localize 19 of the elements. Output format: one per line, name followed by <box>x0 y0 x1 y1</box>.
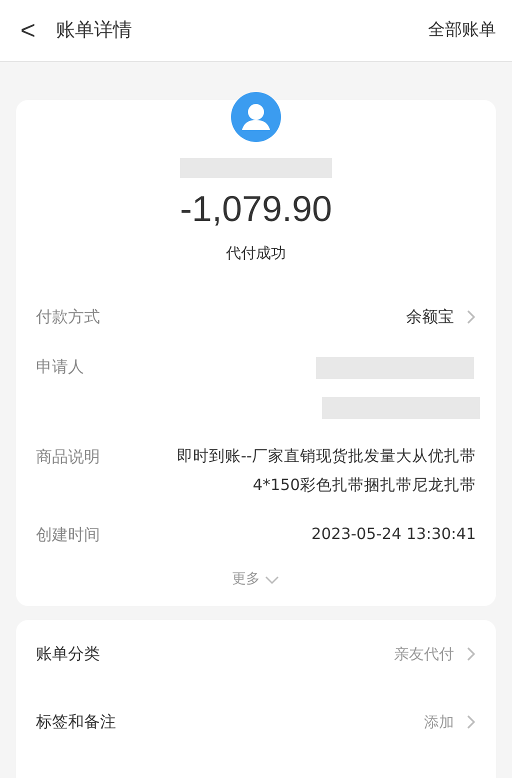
field-value[interactable]: 余额宝 <box>406 304 454 328</box>
field-value: 即时到账--厂家直销现货批发量大从优扎带 <box>176 446 476 466</box>
row-label: 账单分类 <box>36 643 100 665</box>
page-title: 账单详情 <box>56 18 132 44</box>
amount: -1,079.90 <box>180 187 332 231</box>
back-button[interactable]: < <box>16 11 40 50</box>
payment-status: 代付成功 <box>226 243 286 264</box>
field-value: 2023-05-24 13:30:41 <box>311 524 476 545</box>
all-bills-link[interactable]: 全部账单 <box>428 18 496 44</box>
field-label: 商品说明 <box>36 446 101 468</box>
field-value: 4*150彩色扎带捆扎带尼龙扎带 <box>252 474 476 496</box>
field-label: 付款方式 <box>36 306 101 328</box>
chevron-right-icon <box>466 308 476 324</box>
field-label: 申请人 <box>36 356 85 378</box>
row-label: 标签和备注 <box>36 711 116 733</box>
chevron-right-icon <box>466 646 476 662</box>
field-label: 创建时间 <box>36 524 101 546</box>
chevron-right-icon <box>466 714 476 730</box>
chevron-down-icon <box>264 574 280 584</box>
